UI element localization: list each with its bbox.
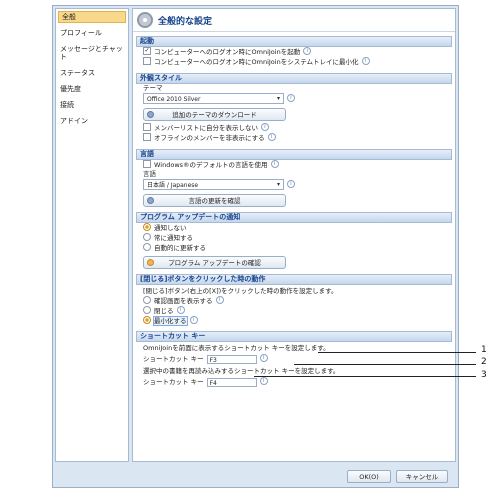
section-startup: 起動 [136, 36, 452, 47]
shortcut-field-1[interactable]: F3 [206, 354, 257, 364]
launch-label: コンピューターへのログオン時にOmniJoinを起動 [154, 48, 301, 56]
never-notify-radio[interactable] [143, 223, 151, 231]
callout-line-3 [254, 376, 476, 377]
info-icon[interactable]: i [270, 160, 279, 168]
info-icon[interactable]: i [287, 94, 295, 102]
info-icon[interactable]: i [261, 123, 269, 131]
hide-self-label: メンバーリストに自分を表示しない [154, 124, 258, 132]
chevron-down-icon[interactable]: ▾ [275, 181, 282, 188]
close-radio[interactable] [143, 306, 151, 314]
startup-option-launch[interactable]: ✓ コンピューターへのログオン時にOmniJoinを起動 i [133, 47, 455, 57]
section-close-action: [閉じる]ボタンをクリックした時の動作 [136, 274, 452, 285]
minimize-tray-checkbox[interactable] [143, 57, 151, 65]
update-option-never[interactable]: 通知しない [133, 223, 455, 233]
sidebar-item-priority[interactable]: 優先度 [56, 83, 128, 95]
shortcut-label-2: ショートカット キー [143, 378, 204, 386]
section-language: 言語 [136, 149, 452, 160]
hide-self-option[interactable]: メンバーリストに自分を表示しない i [133, 123, 455, 133]
always-notify-radio[interactable] [143, 233, 151, 241]
language-label: 言語 [143, 170, 156, 178]
startup-option-minimize[interactable]: コンピューターへのログオン時にOmniJoinをシステムトレイに最小化 i [133, 57, 455, 67]
download-icon [147, 111, 154, 118]
info-icon[interactable]: i [267, 133, 276, 141]
check-program-update-button[interactable]: プログラム アップデートの確認 [143, 256, 286, 269]
info-icon[interactable]: i [361, 57, 370, 65]
confirm-radio[interactable] [143, 296, 151, 304]
section-appearance: 外観スタイル [136, 73, 452, 84]
theme-value: Office 2010 Silver [147, 96, 201, 103]
close-label: 閉じる [154, 307, 174, 315]
section-update: プログラム アップデートの通知 [136, 212, 452, 223]
close-option-confirm[interactable]: 確認画面を表示する i [133, 296, 455, 306]
never-notify-label: 通知しない [154, 224, 187, 232]
hide-offline-label: オフラインのメンバーを非表示にする [154, 134, 265, 142]
language-select[interactable]: 日本語 / Japanese ▾ [143, 179, 284, 190]
sidebar-item-status[interactable]: ステータス [56, 67, 128, 79]
theme-label: テーマ [143, 84, 163, 92]
info-icon[interactable]: i [259, 377, 268, 385]
page-title: 全般的な設定 [158, 16, 213, 27]
minimize-label: 最小化する [153, 316, 188, 326]
ok-button[interactable]: OK(O) [347, 470, 391, 483]
info-icon[interactable]: i [303, 47, 312, 55]
panel-header: 全般的な設定 [133, 9, 455, 32]
confirm-label: 確認画面を表示する [154, 297, 213, 305]
shortcut-desc-2: 選択中の書籍を再読み込みするショートカット キーを設定します。 [143, 367, 340, 375]
info-icon[interactable]: i [176, 306, 185, 314]
settings-panel: 全般的な設定 起動 ✓ コンピューターへのログオン時にOmniJoinを起動 i コ… [132, 8, 456, 462]
sidebar-item-general[interactable]: 全般 [58, 11, 126, 23]
callout-number-1: 1 [481, 345, 487, 355]
check-program-update-label: プログラム アップデートの確認 [168, 259, 261, 267]
language-value: 日本語 / Japanese [147, 182, 199, 189]
sidebar-item-addins[interactable]: アドイン [56, 115, 128, 127]
gear-icon [137, 12, 153, 28]
default-language-checkbox[interactable] [143, 160, 151, 168]
auto-update-label: 自動的に更新する [154, 244, 206, 252]
dialog-footer: OK(O) キャンセル [53, 465, 458, 487]
download-themes-label: 追加のテーマのダウンロード [172, 111, 257, 119]
info-icon[interactable]: i [215, 296, 224, 304]
default-language-label: Windows®のデフォルトの言語を使用 [154, 161, 268, 169]
sidebar: 全般 プロフィール メッセージとチャット ステータス 優先度 接続 アドイン [55, 8, 129, 462]
hide-self-checkbox[interactable] [143, 123, 151, 131]
settings-window: 全般 プロフィール メッセージとチャット ステータス 優先度 接続 アドイン 全… [52, 5, 459, 488]
minimize-radio[interactable] [143, 316, 151, 324]
refresh-icon [147, 197, 154, 204]
cancel-button[interactable]: キャンセル [396, 470, 448, 483]
callout-number-2: 2 [481, 357, 487, 367]
shortcut-label-1: ショートカット キー [143, 355, 204, 363]
hide-offline-checkbox[interactable] [143, 133, 151, 141]
info-icon[interactable]: i [189, 316, 198, 324]
update-option-auto[interactable]: 自動的に更新する [133, 243, 455, 253]
check-language-update-button[interactable]: 言語の更新を確認 [143, 194, 286, 207]
sidebar-item-connection[interactable]: 接続 [56, 99, 128, 111]
always-notify-label: 常に通知する [154, 234, 193, 242]
auto-update-radio[interactable] [143, 243, 151, 251]
close-option-minimize[interactable]: 最小化する i [133, 316, 455, 326]
callout-line-1 [318, 352, 476, 353]
shortcut-field-2[interactable]: F4 [206, 377, 257, 387]
sidebar-item-profile[interactable]: プロフィール [56, 27, 128, 39]
update-icon [147, 259, 154, 266]
download-themes-button[interactable]: 追加のテーマのダウンロード [143, 108, 286, 121]
minimize-tray-label: コンピューターへのログオン時にOmniJoinをシステムトレイに最小化 [154, 58, 359, 66]
check-language-update-label: 言語の更新を確認 [188, 197, 241, 205]
sidebar-item-messages[interactable]: メッセージとチャット [56, 43, 128, 63]
callout-line-2 [294, 364, 476, 365]
close-option-close[interactable]: 閉じる i [133, 306, 455, 316]
launch-checkbox[interactable]: ✓ [143, 47, 151, 55]
info-icon[interactable]: i [287, 180, 295, 188]
close-action-desc: [閉じる]ボタン(右上の[X])をクリックした時の動作を設定します。 [143, 287, 338, 295]
info-icon[interactable]: i [259, 354, 268, 362]
shortcut-row-2: ショートカット キー F4 i [133, 376, 455, 388]
default-language-option[interactable]: Windows®のデフォルトの言語を使用 i [133, 160, 455, 170]
theme-select[interactable]: Office 2010 Silver ▾ [143, 93, 284, 104]
section-shortcut: ショートカット キー [136, 331, 452, 342]
callout-number-3: 3 [481, 370, 487, 380]
chevron-down-icon[interactable]: ▾ [275, 95, 282, 102]
update-option-always[interactable]: 常に通知する [133, 233, 455, 243]
hide-offline-option[interactable]: オフラインのメンバーを非表示にする i [133, 133, 455, 143]
